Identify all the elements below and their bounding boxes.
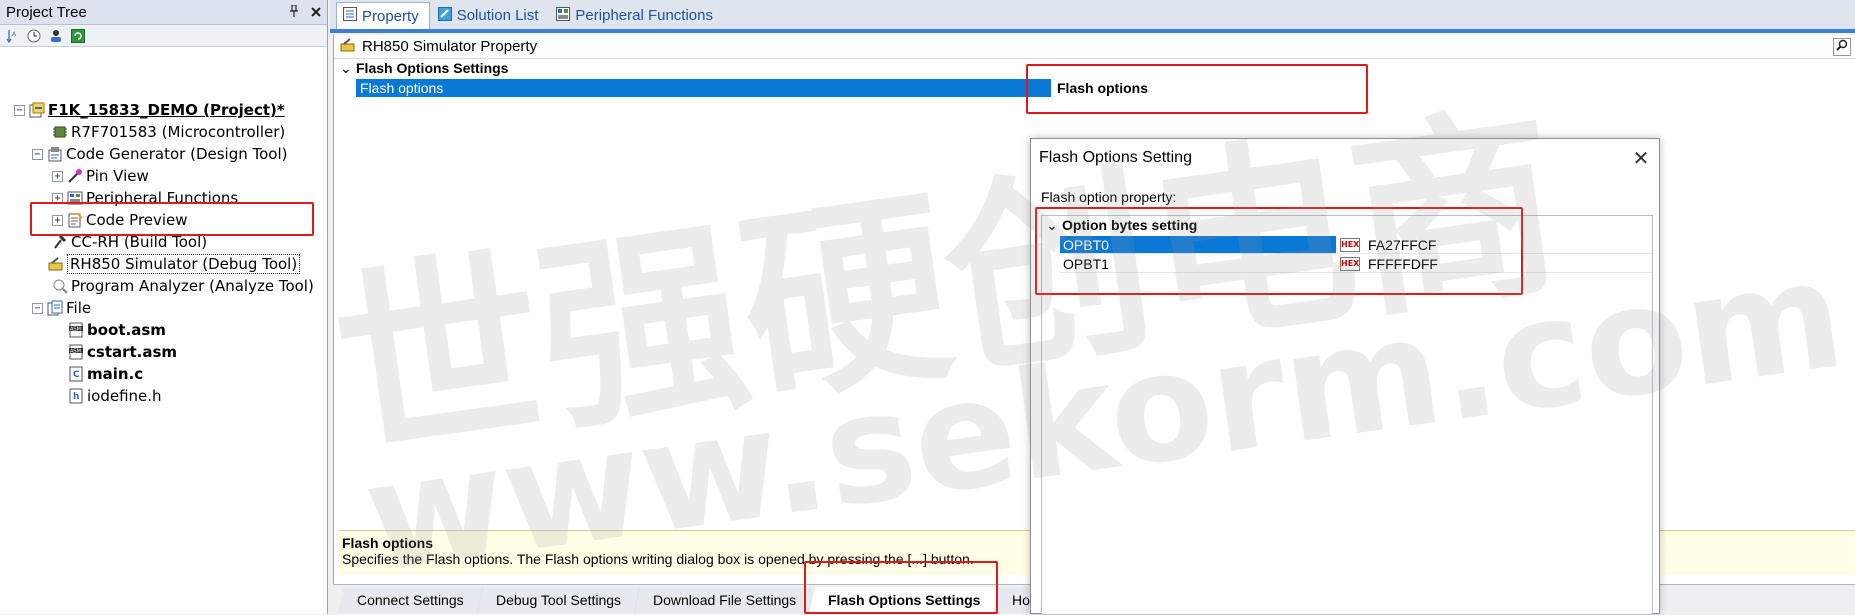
h-file-icon: h [68, 388, 84, 404]
highlight-flash-options-tab [804, 561, 998, 614]
property-header-title: RH850 Simulator Property [362, 38, 538, 55]
debug-tool-icon [48, 256, 64, 272]
property-header: RH850 Simulator Property [334, 35, 1855, 59]
peripheral-functions-icon [556, 6, 571, 25]
pin-icon[interactable] [283, 4, 305, 20]
tree-node-label: cstart.asm [87, 343, 178, 361]
tree-node-iodefine-h[interactable]: h iodefine.h [68, 385, 162, 407]
category-label: Flash Options Settings [356, 60, 509, 76]
tab-property[interactable]: Property [336, 2, 430, 29]
close-icon[interactable]: ✕ [1623, 146, 1659, 171]
tree-node-project[interactable]: − F1K_15833_DEMO (Project)* [14, 99, 285, 121]
project-tree-pane: Project Tree A − F1K_15833_DEMO (Project… [0, 0, 328, 614]
code-generator-icon [47, 146, 63, 162]
project-tree-title: Project Tree [6, 3, 87, 21]
property-name: Flash options [356, 79, 1051, 97]
highlight-flash-options-value [1026, 64, 1368, 114]
tree-node-cstart-asm[interactable]: ASM cstart.asm [68, 341, 177, 363]
tab-solution-list[interactable]: Solution List [432, 2, 549, 29]
tree-node-label: F1K_15833_DEMO (Project)* [48, 101, 285, 119]
user-icon[interactable] [48, 28, 64, 44]
folder-icon [47, 300, 63, 316]
asm-file-icon: ASM [68, 344, 84, 360]
tree-node-boot-asm[interactable]: ASM boot.asm [68, 319, 166, 341]
dialog-title: Flash Options Setting [1039, 149, 1192, 166]
chevron-down-icon[interactable]: ⌄ [340, 60, 356, 77]
tree-node-label: main.c [87, 365, 144, 383]
tree-node-label: Pin View [86, 167, 149, 185]
tree-node-analyzer[interactable]: Program Analyzer (Analyze Tool) [52, 275, 314, 297]
svg-text:A: A [12, 31, 17, 38]
sort-icon[interactable]: A [4, 28, 20, 44]
tree-node-file-folder[interactable]: − File [32, 297, 91, 319]
expand-icon[interactable]: + [52, 170, 63, 182]
svg-text:ASM: ASM [70, 349, 81, 355]
svg-text:ASM: ASM [70, 327, 81, 333]
tree-node-main-c[interactable]: C main.c [68, 363, 143, 385]
close-icon[interactable] [305, 4, 327, 20]
svg-text:h: h [73, 392, 79, 402]
dialog-titlebar: Flash Options Setting ✕ [1031, 139, 1659, 177]
project-icon [29, 102, 45, 118]
flash-option-property-label: Flash option property: [1041, 189, 1177, 205]
tab-download-file-settings[interactable]: Download File Settings [633, 586, 816, 613]
chip-icon [52, 124, 68, 140]
project-tree-titlebar: Project Tree [0, 0, 327, 25]
tree-node-label: File [66, 299, 92, 317]
asm-file-icon: ASM [68, 322, 84, 338]
clock-icon[interactable] [26, 28, 42, 44]
project-tree-toolbar: A [0, 25, 327, 47]
tab-peripheral-functions[interactable]: Peripheral Functions [550, 2, 723, 29]
tree-node-code-generator[interactable]: − Code Generator (Design Tool) [32, 143, 288, 165]
collapse-icon[interactable]: − [32, 302, 43, 314]
refresh-icon[interactable] [70, 28, 86, 44]
pin-view-icon [67, 168, 83, 184]
collapse-icon[interactable]: − [32, 148, 43, 160]
project-tree: − F1K_15833_DEMO (Project)* R7F701583 (M… [0, 47, 327, 405]
tree-node-pin-view[interactable]: + Pin View [52, 165, 149, 187]
panel-tab-strip: Property Solution List Peripheral Functi… [330, 0, 1855, 33]
tree-node-label: iodefine.h [87, 387, 162, 405]
tree-node-label: Code Generator (Design Tool) [66, 145, 288, 163]
tree-node-label: RH850 Simulator (Debug Tool) [67, 254, 301, 274]
debug-tool-icon [340, 37, 356, 56]
build-tool-icon [52, 234, 68, 250]
solution-list-icon [437, 6, 452, 25]
tab-debug-tool-settings[interactable]: Debug Tool Settings [476, 586, 641, 613]
tree-node-label: R7F701583 (Microcontroller) [71, 123, 286, 141]
highlight-debug-tool [30, 202, 314, 236]
tab-connect-settings[interactable]: Connect Settings [338, 586, 484, 613]
analyzer-icon [52, 278, 68, 294]
svg-text:C: C [73, 370, 80, 380]
tree-node-label: Program Analyzer (Analyze Tool) [71, 277, 314, 295]
tree-node-microcontroller[interactable]: R7F701583 (Microcontroller) [52, 121, 285, 143]
property-icon [343, 7, 357, 25]
c-file-icon: C [68, 366, 84, 382]
tree-node-debug-tool[interactable]: RH850 Simulator (Debug Tool) [48, 253, 301, 275]
collapse-icon[interactable]: − [14, 104, 25, 116]
tree-node-label: boot.asm [87, 321, 166, 339]
search-icon[interactable] [1833, 37, 1851, 56]
highlight-option-bytes [1035, 207, 1523, 295]
